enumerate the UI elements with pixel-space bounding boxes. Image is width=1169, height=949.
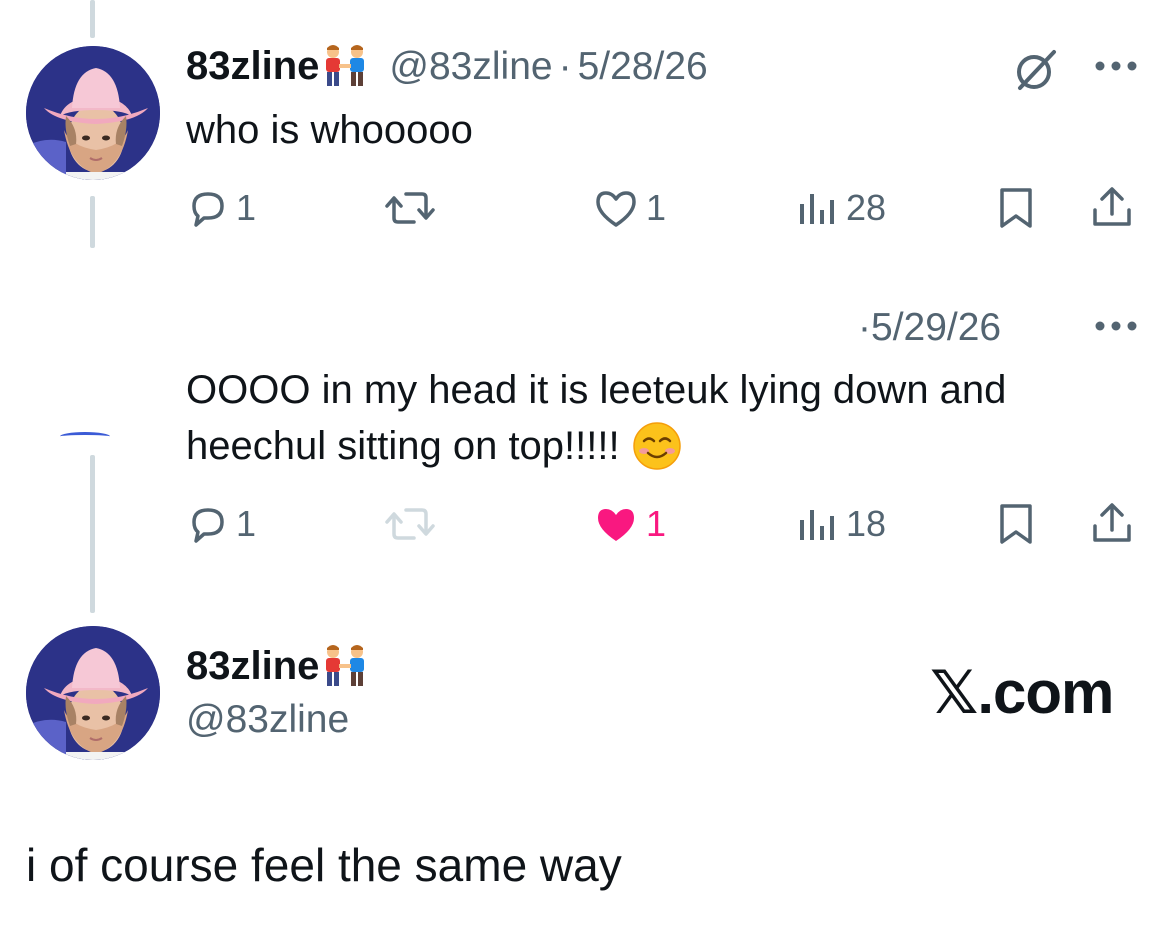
grok-icon[interactable]: [1012, 46, 1060, 94]
reply-count: 1: [236, 503, 257, 544]
avatar[interactable]: [26, 626, 160, 760]
more-dots-icon[interactable]: [1092, 318, 1140, 334]
repost-icon: [385, 192, 435, 224]
views-count: 18: [846, 503, 887, 544]
thread-line-1: [90, 196, 95, 248]
share-icon[interactable]: [1090, 500, 1134, 546]
tweet-text: who is whooooo: [186, 108, 473, 152]
thread-line-2: [90, 455, 95, 613]
separator: ·: [858, 306, 871, 349]
views-button[interactable]: 18: [796, 502, 886, 546]
caption-text: i of course feel the same way: [26, 839, 622, 891]
repost-button[interactable]: [384, 502, 436, 546]
repost-icon: [385, 508, 435, 540]
reply-count: 1: [236, 187, 257, 228]
handle[interactable]: @83zline: [389, 47, 552, 86]
two-men-holding-hands-icon: [326, 45, 365, 86]
tweet-text-line-1: OOOO in my head it is leeteuk lying down…: [186, 368, 1007, 412]
display-name[interactable]: 83zline: [186, 646, 319, 686]
reply-icon: [192, 508, 224, 543]
redacted-mark: [60, 432, 110, 441]
bookmark-icon[interactable]: [996, 502, 1036, 546]
reply-icon: [192, 192, 224, 227]
views-button[interactable]: 28: [796, 186, 886, 230]
like-count: 1: [646, 187, 667, 228]
two-men-holding-hands-icon: [326, 645, 365, 686]
more-dots-icon[interactable]: [1092, 58, 1140, 74]
like-count: 1: [646, 503, 667, 544]
tweet-text-line-2: heechul sitting on top!!!!!: [186, 424, 620, 468]
reply-button[interactable]: 1: [186, 502, 256, 546]
heart-icon: [598, 509, 634, 541]
bookmark-icon[interactable]: [996, 186, 1036, 230]
reply-button[interactable]: 1: [186, 186, 256, 230]
views-icon: [800, 194, 834, 224]
like-button-active[interactable]: 1: [592, 502, 666, 546]
avatar[interactable]: [26, 46, 160, 180]
handle[interactable]: @83zline: [186, 700, 349, 739]
timestamp[interactable]: 5/28/26: [578, 47, 708, 86]
repost-button[interactable]: [384, 186, 436, 230]
share-icon[interactable]: [1090, 184, 1134, 230]
x-com-watermark: 𝕏.com: [930, 659, 1114, 726]
timestamp[interactable]: 5/29/26: [871, 306, 1001, 349]
like-button[interactable]: 1: [592, 186, 666, 230]
display-name[interactable]: 83zline: [186, 46, 319, 86]
heart-icon: [596, 191, 636, 227]
smiling-face-icon: [632, 422, 681, 470]
views-icon: [800, 510, 834, 540]
views-count: 28: [846, 187, 887, 228]
thread-line-top: [90, 0, 95, 38]
separator: ·: [558, 44, 572, 88]
